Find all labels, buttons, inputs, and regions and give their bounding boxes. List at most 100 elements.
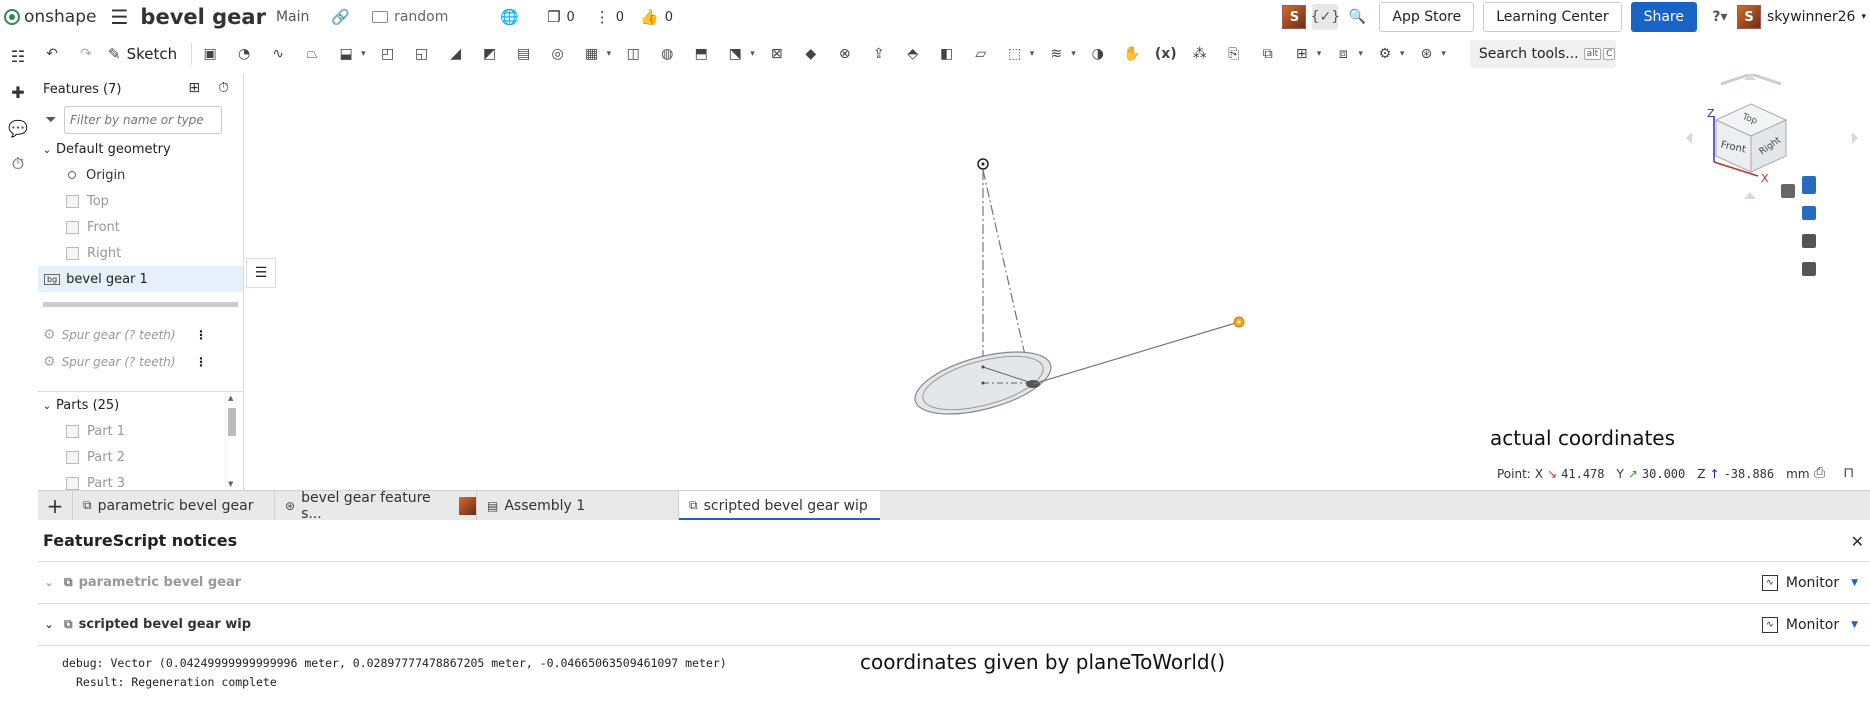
- chevron-down-icon[interactable]: ▾: [750, 49, 755, 59]
- scroll-down-icon[interactable]: ▼: [228, 480, 233, 488]
- view-tools-icon[interactable]: [1802, 176, 1816, 194]
- chevron-down-icon[interactable]: ⌄: [40, 618, 58, 631]
- hand-icon[interactable]: ✋: [1120, 42, 1144, 66]
- feature-list-icon[interactable]: ☷: [0, 38, 36, 74]
- view-cube[interactable]: Top Front Right Z X: [1686, 74, 1858, 199]
- redo-icon[interactable]: ↷: [74, 42, 98, 66]
- chamfer-icon[interactable]: ◱: [410, 42, 434, 66]
- appearance-icon[interactable]: [1802, 234, 1816, 248]
- delete-face-icon[interactable]: ⊗: [833, 42, 857, 66]
- collaborator-avatar[interactable]: S: [1282, 5, 1307, 29]
- sketch-button[interactable]: ✎ Sketch: [108, 45, 177, 63]
- replace-face-icon[interactable]: ⬘: [901, 42, 925, 66]
- ruler-icon[interactable]: ⊓: [1843, 465, 1854, 481]
- sketch-line[interactable]: [1032, 321, 1240, 385]
- more-options-icon[interactable]: ⋮: [195, 355, 207, 369]
- rollback-timer-icon[interactable]: ⏱: [218, 80, 229, 96]
- user-avatar[interactable]: S: [1737, 5, 1761, 29]
- split-icon[interactable]: ⬒: [689, 42, 713, 66]
- origin-node[interactable]: Origin: [38, 162, 243, 188]
- measure-icon[interactable]: ◑: [1086, 42, 1110, 66]
- extrude-icon[interactable]: ▣: [198, 42, 222, 66]
- help-icon[interactable]: ?▾: [1707, 4, 1733, 30]
- pattern-parts-icon[interactable]: ⁂: [1188, 42, 1212, 66]
- modify-fillet-icon[interactable]: ◆: [799, 42, 823, 66]
- tab-assembly-1[interactable]: ▤ Assembly 1: [476, 491, 678, 520]
- chevron-down-icon[interactable]: ▼: [1851, 620, 1858, 630]
- weld-icon[interactable]: ⊞: [1290, 42, 1314, 66]
- learning-center-button[interactable]: Learning Center: [1483, 2, 1622, 32]
- shell-icon[interactable]: ▤: [512, 42, 536, 66]
- top-plane-node[interactable]: Top: [38, 188, 243, 214]
- undo-icon[interactable]: ↶: [40, 42, 64, 66]
- chevron-down-icon[interactable]: ▾: [1030, 49, 1035, 59]
- boolean-icon[interactable]: ◍: [655, 42, 679, 66]
- chevron-down-icon[interactable]: ⌄: [40, 576, 58, 589]
- chevron-down-icon[interactable]: ⌄: [38, 143, 56, 156]
- move-face-icon[interactable]: ⇪: [867, 42, 891, 66]
- link-icon[interactable]: 🔗: [331, 8, 350, 26]
- chevron-down-icon[interactable]: ▾: [1071, 49, 1076, 59]
- chevron-down-icon[interactable]: ▾: [1358, 49, 1363, 59]
- username[interactable]: skywinner26: [1767, 9, 1855, 25]
- document-title[interactable]: bevel gear: [140, 5, 266, 29]
- notice-row-parametric-bevel-gear[interactable]: ⌄ ⧉ parametric bevel gear ∿ Monitor ▼: [38, 562, 1870, 604]
- chevron-down-icon[interactable]: ▾: [607, 49, 612, 59]
- menu-icon[interactable]: ☰: [110, 5, 128, 29]
- part-item[interactable]: Part 1: [38, 418, 243, 444]
- draft-icon[interactable]: ◢: [444, 42, 468, 66]
- filter-icon[interactable]: ⏷: [38, 112, 64, 128]
- default-geometry-node[interactable]: ⌄ Default geometry: [38, 136, 243, 162]
- close-icon[interactable]: ✕: [1851, 532, 1864, 551]
- featurescript-icon[interactable]: {✓}: [1311, 4, 1340, 30]
- revolve-icon[interactable]: ◔: [232, 42, 256, 66]
- frame-icon[interactable]: ⧉: [1256, 42, 1280, 66]
- chevron-down-icon[interactable]: ▾: [1441, 49, 1446, 59]
- measure-panel-icon[interactable]: [1802, 262, 1816, 276]
- branches-stat[interactable]: ⋮ 0: [595, 8, 624, 26]
- view-options-icon[interactable]: ⎙: [1814, 465, 1825, 481]
- chevron-down-icon[interactable]: ▼: [1851, 578, 1858, 588]
- right-plane-node[interactable]: Right: [38, 240, 243, 266]
- scroll-thumb[interactable]: [228, 408, 236, 436]
- thicken-icon[interactable]: ⬓: [334, 42, 358, 66]
- chevron-down-icon[interactable]: ▾: [1317, 49, 1322, 59]
- rotate-left-icon[interactable]: [1686, 132, 1692, 144]
- add-folder-icon[interactable]: ⊞: [188, 80, 200, 96]
- hole-icon[interactable]: ◎: [546, 42, 570, 66]
- transform-icon[interactable]: ⬔: [723, 42, 747, 66]
- rib-icon[interactable]: ◩: [478, 42, 502, 66]
- monitor-dropdown[interactable]: ∿ Monitor ▼: [1761, 616, 1858, 633]
- user-menu-caret-icon[interactable]: ▾: [1861, 12, 1866, 22]
- spur-gear-feature-2[interactable]: ⚙ Spur gear (? teeth) ⋮: [38, 348, 243, 375]
- variable-icon[interactable]: (x): [1154, 42, 1178, 66]
- chevron-down-icon[interactable]: ▾: [1400, 49, 1405, 59]
- loft-icon[interactable]: ⏢: [300, 42, 324, 66]
- mate-connector-icon[interactable]: ⬚: [1003, 42, 1027, 66]
- composite-icon[interactable]: ⧈: [1331, 42, 1355, 66]
- custom-feature-icon[interactable]: ⊛: [1414, 42, 1438, 66]
- share-button[interactable]: Share: [1630, 2, 1697, 32]
- search-icon[interactable]: 🔍: [1344, 4, 1370, 30]
- spur-gear-feature-1[interactable]: ⚙ Spur gear (? teeth) ⋮: [38, 321, 243, 348]
- rollback-bar[interactable]: [43, 302, 238, 307]
- section-view-icon[interactable]: [1802, 206, 1816, 220]
- part-item[interactable]: Part 2: [38, 444, 243, 470]
- display-mode-icon[interactable]: [1781, 184, 1795, 198]
- parts-node[interactable]: ⌄ Parts (25): [38, 392, 243, 418]
- add-feature-icon[interactable]: ✚: [0, 74, 36, 110]
- plane-icon[interactable]: ▱: [969, 42, 993, 66]
- comments-icon[interactable]: 💬: [0, 110, 36, 146]
- notice-row-scripted-bevel-gear-wip[interactable]: ⌄ ⧉ scripted bevel gear wip ∿ Monitor ▼: [38, 604, 1870, 646]
- pattern-icon[interactable]: ▦: [580, 42, 604, 66]
- fillet-icon[interactable]: ◰: [376, 42, 400, 66]
- filter-input[interactable]: [64, 106, 222, 134]
- more-options-icon[interactable]: ⋮: [195, 328, 207, 342]
- sweep-icon[interactable]: ∿: [266, 42, 290, 66]
- bevel-gear-feature-node[interactable]: bg bevel gear 1: [38, 266, 243, 292]
- offset-surface-icon[interactable]: ◧: [935, 42, 959, 66]
- helix-icon[interactable]: ≋: [1044, 42, 1068, 66]
- versions-stat[interactable]: ❐ 0: [547, 8, 575, 26]
- add-tab-icon[interactable]: +: [38, 491, 72, 520]
- onshape-logo[interactable]: onshape: [4, 7, 96, 27]
